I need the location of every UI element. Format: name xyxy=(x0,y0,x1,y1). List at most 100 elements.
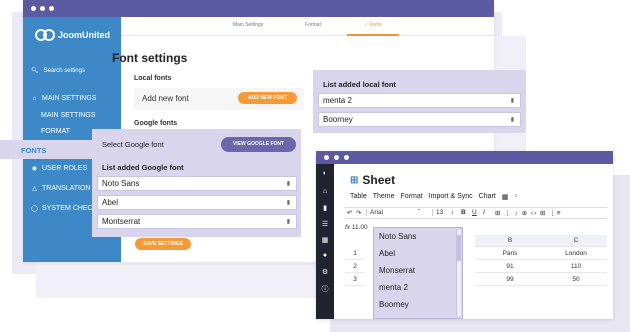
trash-icon[interactable]: ▮ xyxy=(287,218,290,225)
table-cell[interactable]: 99 xyxy=(475,274,545,286)
menu-format[interactable]: Format xyxy=(401,193,423,201)
wrench-icon[interactable]: ⚙ xyxy=(316,268,334,276)
menu-theme[interactable]: Theme xyxy=(373,193,395,201)
search-icon[interactable]: ○ xyxy=(514,193,517,201)
dropdown-option[interactable]: menta 2 xyxy=(379,283,408,292)
search-settings[interactable]: 🔍︎ Search settings xyxy=(31,67,85,75)
sheet-title: ⊞ Sheet xyxy=(350,173,396,187)
home-icon: ⌂ xyxy=(32,95,37,102)
row-header[interactable]: 3 xyxy=(345,274,365,286)
tab-format[interactable]: Format xyxy=(305,22,321,28)
sheet-toolbar: ↶ ↷ Arial ˆ 13 ↕ B U I ⊞ ⋮ ↕ ⊕ ‹› ⊞ ⋮≡ xyxy=(345,207,607,219)
logo-text: JoomUnited xyxy=(58,30,111,40)
google-fonts-label: Google fonts xyxy=(134,120,178,127)
file-icon[interactable]: ▮ xyxy=(316,204,334,212)
sidebar-item-translation[interactable]: △ TRANSLATION xyxy=(31,185,90,192)
user-roles-icon: ◉ xyxy=(31,166,38,172)
search-placeholder: Search settings xyxy=(43,67,85,74)
top-tabs: Main Settings Format ✓ Fonts xyxy=(121,17,494,36)
row-header[interactable]: 1 xyxy=(345,248,365,260)
dropdown-scrollbar[interactable] xyxy=(456,230,461,316)
menu-chart[interactable]: Chart xyxy=(479,193,496,201)
sidebar-subitem-format[interactable]: FORMAT xyxy=(41,128,70,135)
redo-icon[interactable]: ↷ xyxy=(356,209,361,217)
sheet-sidebar: ◐ ⌂ ▮ ☰ ▦ ● ⚙ ⓘ xyxy=(316,164,334,319)
logo-icon xyxy=(35,29,55,41)
caret-up-icon: ˆ xyxy=(418,209,421,216)
sidebar-item-fonts[interactable]: FONTS xyxy=(0,140,98,159)
toggle-icon[interactable]: ◐ xyxy=(316,170,334,177)
window-dot xyxy=(334,155,339,160)
format-tools[interactable]: ⊞ ⋮ ↕ ⊕ ‹› ⊞ ⋮≡ xyxy=(495,209,562,217)
font-select[interactable]: Arial ˆ xyxy=(366,209,426,216)
font-size-input[interactable]: 13 xyxy=(432,209,443,216)
font-dropdown: Noto Sans Abel Monserrat menta 2 Boorney xyxy=(373,227,463,319)
table-cell[interactable]: 91 xyxy=(475,261,545,273)
search-icon: 🔍︎ xyxy=(31,68,39,74)
save-icon[interactable]: ▦ xyxy=(502,193,509,201)
trash-icon[interactable]: ▮ xyxy=(287,180,290,187)
window-dot xyxy=(344,155,349,160)
tab-main-settings[interactable]: Main Settings xyxy=(233,22,263,28)
dropdown-option[interactable]: Boorney xyxy=(379,300,409,309)
add-new-font-button[interactable]: ADD NEW FONT xyxy=(238,92,297,104)
list-icon[interactable]: ☰ xyxy=(316,220,334,228)
sheet-titlebar xyxy=(316,151,613,164)
view-google-font-button[interactable]: VIEW GOOGLE FONT xyxy=(221,137,296,152)
google-font-row: Abel ▮ xyxy=(97,195,297,210)
google-list-title: List added Google font xyxy=(102,163,184,172)
undo-icon[interactable]: ↶ xyxy=(347,209,352,217)
page-title: Font settings xyxy=(112,51,188,65)
formula-bar[interactable]: fx 11.00 xyxy=(345,224,368,231)
underline-button[interactable]: U xyxy=(472,209,477,216)
add-new-font-label: Add new font xyxy=(142,94,189,103)
italic-button[interactable]: I xyxy=(483,209,485,216)
local-font-row: menta 2 ▮ xyxy=(318,93,521,108)
table-cell[interactable]: 110 xyxy=(545,261,607,273)
local-fonts-label: Local fonts xyxy=(134,75,172,82)
window-dot xyxy=(324,155,329,160)
local-list-title: List added local font xyxy=(323,80,396,89)
column-header[interactable]: C xyxy=(545,235,607,247)
row-header[interactable]: 2 xyxy=(345,261,365,273)
sheet-window: ◐ ⌂ ▮ ☰ ▦ ● ⚙ ⓘ ⊞ Sheet Table Theme Form… xyxy=(316,151,613,319)
menu-import-sync[interactable]: Import & Sync xyxy=(429,193,473,201)
puzzle-icon[interactable]: ▦ xyxy=(316,236,334,244)
stepper-icon[interactable]: ↕ xyxy=(451,209,454,216)
trash-icon[interactable]: ▮ xyxy=(511,97,514,104)
trash-icon[interactable]: ▮ xyxy=(511,116,514,123)
trash-icon[interactable]: ▮ xyxy=(287,199,290,206)
joomunited-logo: JoomUnited xyxy=(35,29,110,41)
sidebar-item-system-check[interactable]: ◯ SYSTEM CHEC xyxy=(31,205,92,212)
active-tab-indicator xyxy=(347,34,399,36)
window-dot xyxy=(40,6,45,11)
table-cell[interactable]: 50 xyxy=(545,274,607,286)
local-font-row: Boorney ▮ xyxy=(318,112,521,127)
column-header[interactable]: B xyxy=(475,235,545,247)
sidebar-item-main-settings[interactable]: ⌂ MAIN SETTINGS xyxy=(31,95,97,102)
dropdown-option[interactable]: Monserrat xyxy=(379,266,415,275)
info-icon[interactable]: ⓘ xyxy=(316,284,334,294)
sidebar-subitem-main-settings[interactable]: MAIN SETTINGS xyxy=(41,112,95,119)
dropdown-option[interactable]: Abel xyxy=(379,249,395,258)
dropdown-option[interactable]: Noto Sans xyxy=(379,232,416,241)
check-circle-icon: ◯ xyxy=(31,206,38,212)
local-font-panel: List added local font menta 2 ▮ Boorney … xyxy=(313,70,526,133)
screenshot-stage: JoomUnited 🔍︎ Search settings ⌂ MAIN SET… xyxy=(0,0,630,332)
sidebar-item-user-roles[interactable]: ◉ USER ROLES xyxy=(31,165,87,172)
google-font-panel: Select Google font VIEW GOOGLE FONT List… xyxy=(92,129,301,237)
menu-table[interactable]: Table xyxy=(350,193,367,201)
home-icon[interactable]: ⌂ xyxy=(316,188,334,195)
table-cell[interactable]: London xyxy=(545,248,607,260)
save-settings-button[interactable]: SAVE SETTINGS xyxy=(135,238,191,250)
sheet-menubar: Table Theme Format Import & Sync Chart ▦… xyxy=(350,193,517,201)
grid-icon: ⊞ xyxy=(350,174,359,186)
table-cell[interactable]: Paris xyxy=(475,248,545,260)
google-font-row: Noto Sans ▮ xyxy=(97,176,297,191)
users-icon[interactable]: ● xyxy=(316,252,334,259)
tab-fonts[interactable]: ✓ Fonts xyxy=(364,22,382,28)
translation-icon: △ xyxy=(32,186,37,192)
bold-button[interactable]: B xyxy=(461,209,466,216)
google-font-row: Montserrat ▮ xyxy=(97,214,297,229)
scrollbar-thumb[interactable] xyxy=(457,235,461,261)
